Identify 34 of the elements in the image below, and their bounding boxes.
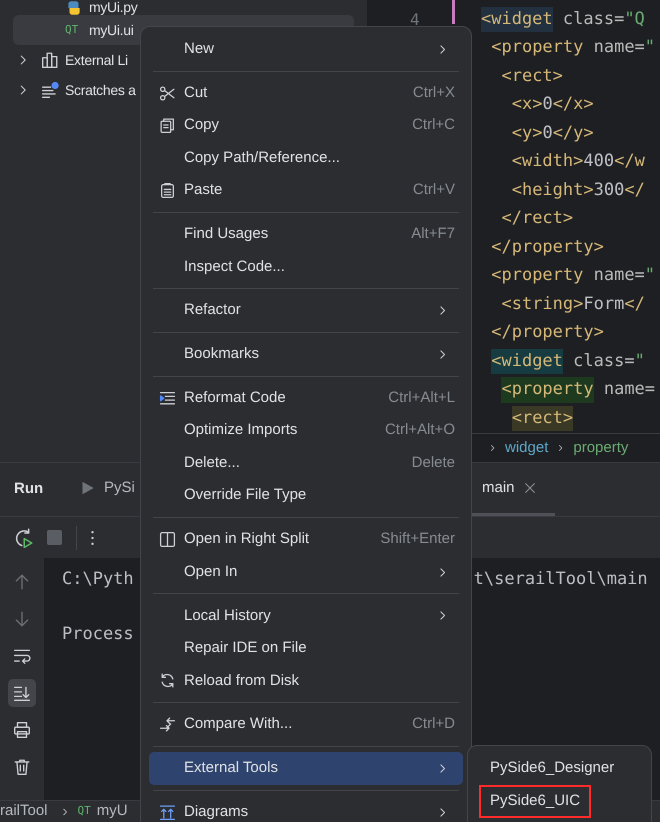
shortcut-text: Alt+F7 [411, 224, 455, 244]
qt-file-icon: QT [65, 22, 83, 38]
code-line: <property name= [481, 376, 660, 404]
code-line: <rect> [500, 64, 564, 88]
code-line: <rect> [481, 404, 660, 432]
code-line: </rect> [500, 207, 574, 230]
file-name: myUi.ui [89, 20, 134, 40]
shortcut-text: Ctrl+X [412, 82, 455, 103]
file-name: myUi.py [89, 0, 138, 15]
code-line: </property> [490, 321, 605, 344]
shortcut-text: Ctrl+C [412, 115, 455, 136]
code-line: <x>0</x> [510, 93, 595, 116]
line-number: 4 [410, 9, 420, 31]
code-line: <y>0</y> [510, 122, 595, 144]
shortcut-text: Shift+Enter [380, 529, 455, 550]
shortcut-text: Ctrl+V [412, 180, 455, 200]
code-line: </property> [490, 236, 605, 258]
qt-file-icon: QT [78, 803, 91, 820]
panel-title: Run [14, 479, 44, 500]
code-line: <widget class="Q [481, 5, 660, 34]
code-line: <property name=" [490, 264, 656, 287]
console-text: C:\Pyth [62, 568, 134, 592]
file-name: External Li [65, 50, 128, 70]
shortcut-text: Ctrl+Alt+O [384, 420, 455, 440]
console-text: t\serailTool\main [474, 568, 648, 592]
code-line: <height>300</ [510, 178, 646, 202]
code-line: <property name=" [490, 36, 656, 59]
console-text: Process [62, 623, 134, 646]
code-line: <widget class=" [481, 347, 660, 376]
shortcut-text: Ctrl+D [412, 714, 455, 734]
shortcut-text: Ctrl+Alt+L [388, 388, 455, 408]
code-line: <width>400</w [510, 150, 646, 173]
file-name: Scratches a [65, 80, 136, 100]
code-line: <string>Form</ [500, 292, 646, 316]
